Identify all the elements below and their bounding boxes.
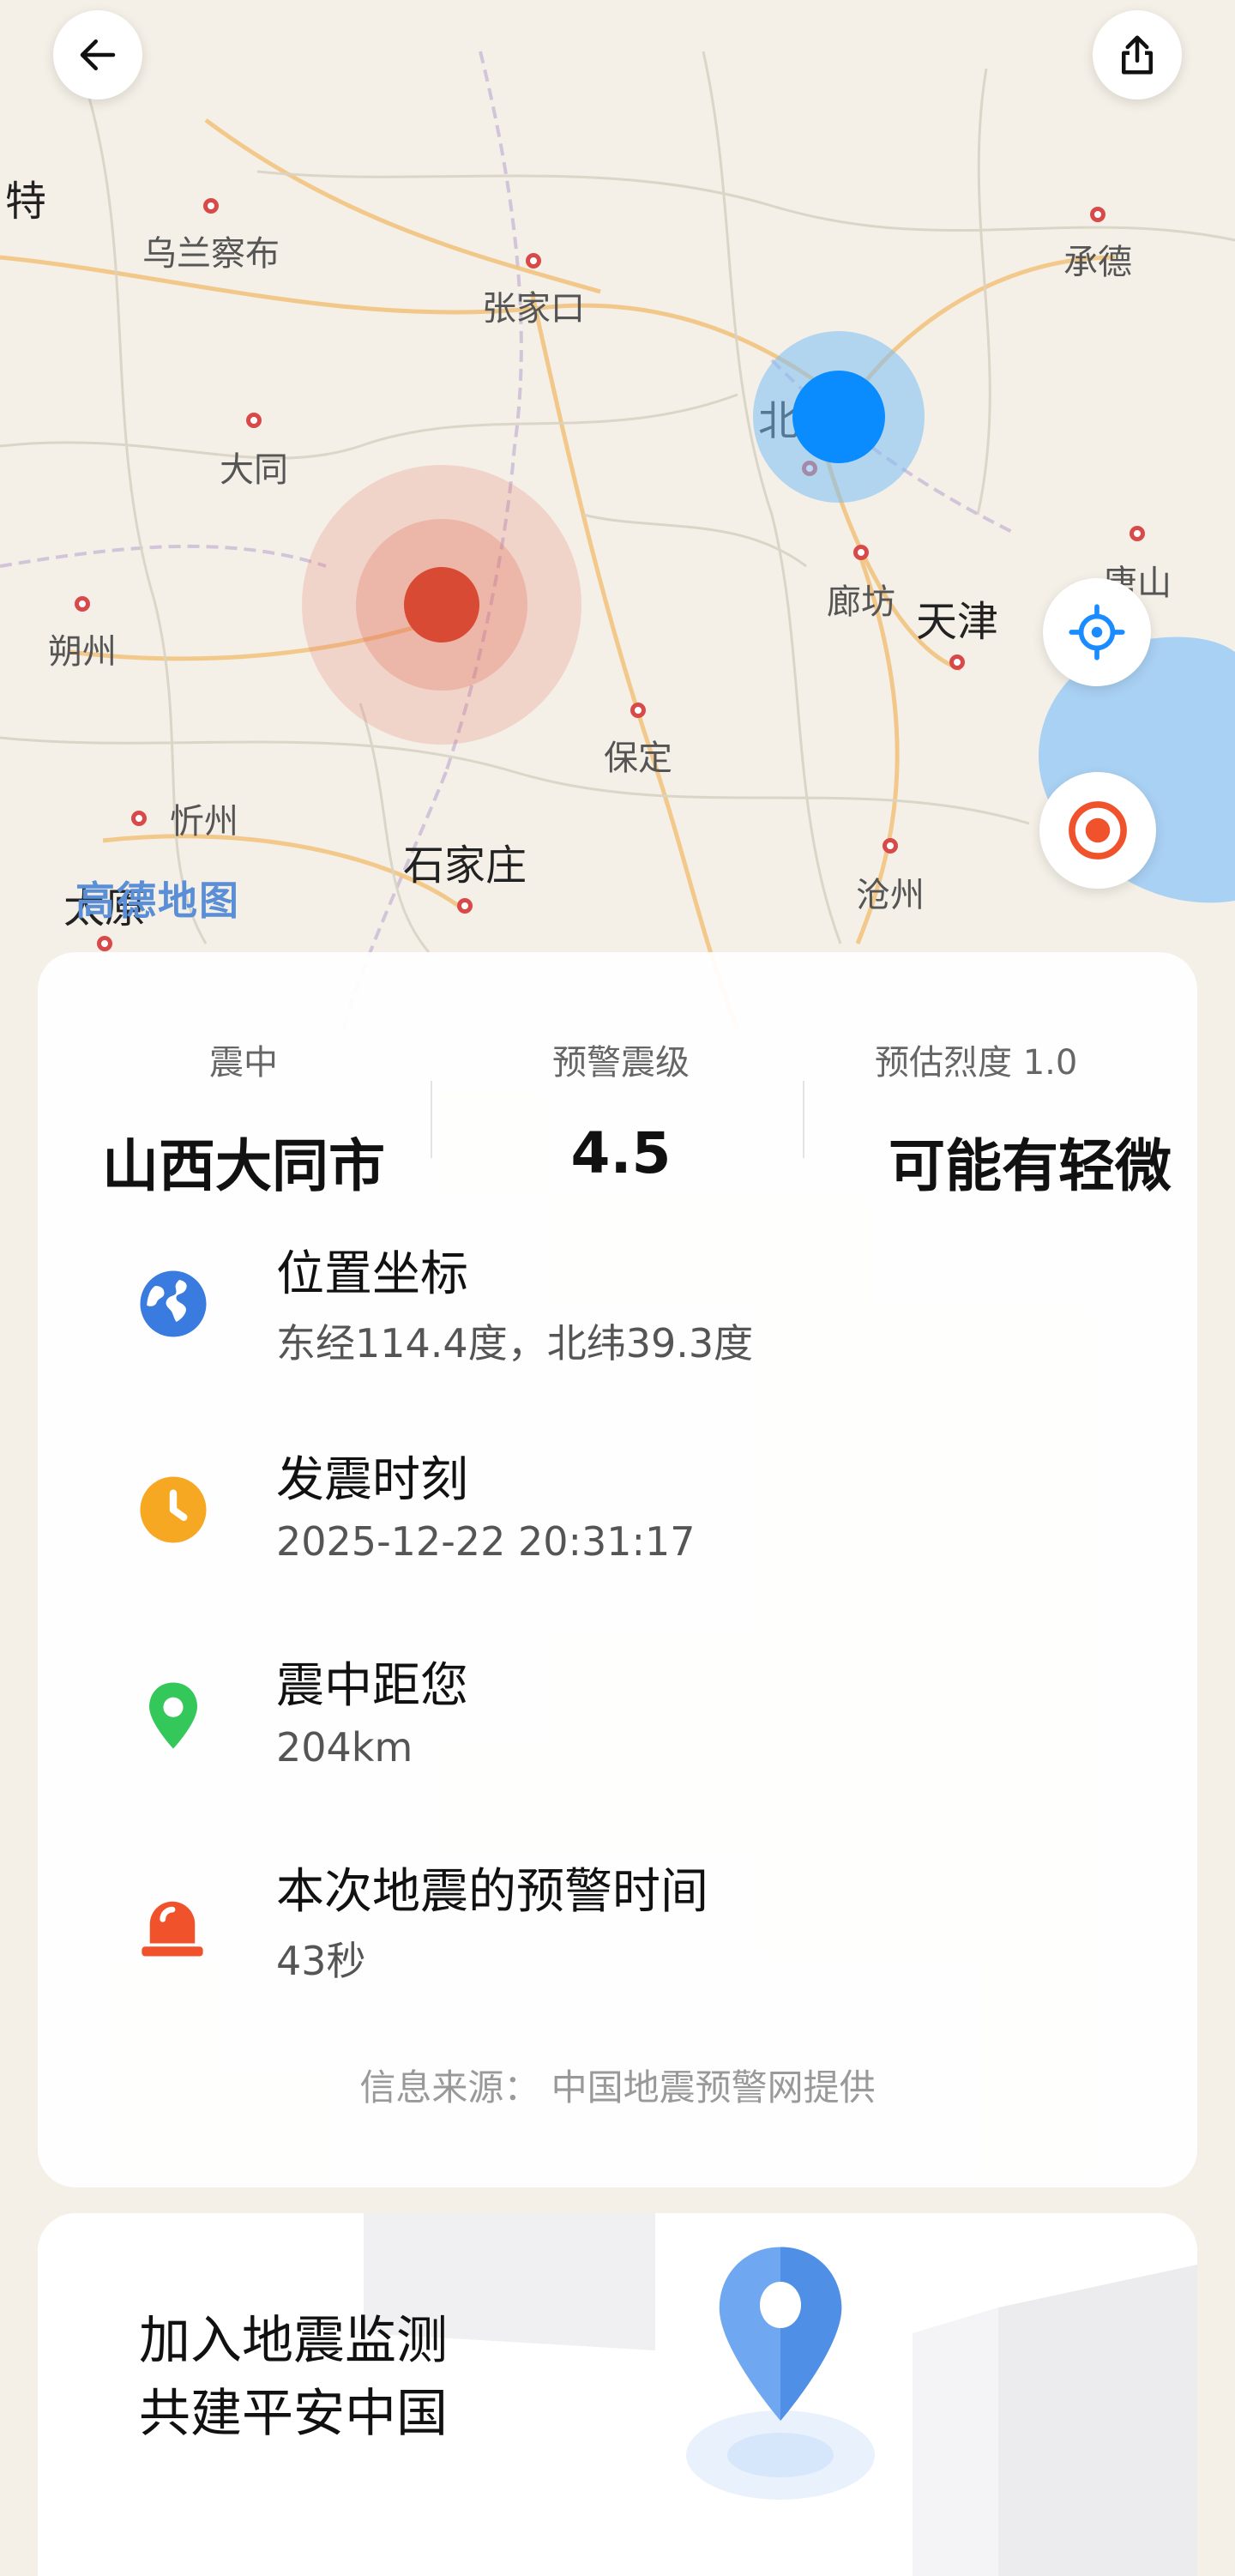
target-icon xyxy=(1069,801,1127,860)
coordinates-title: 位置坐标 xyxy=(276,1246,468,1302)
distance-title: 震中距您 xyxy=(276,1658,468,1714)
city-label: 大同 xyxy=(220,450,288,490)
map-provider-logo: 高德地图 xyxy=(75,878,240,924)
distance-row: 震中距您 204km xyxy=(38,1647,1197,1793)
city-dot xyxy=(131,811,147,826)
warning-time-row: 本次地震的预警时间 43秒 xyxy=(38,1853,1197,1999)
city-label: 沧州 xyxy=(856,876,925,915)
crosshair-icon xyxy=(1069,604,1125,661)
city-label: 承德 xyxy=(1063,243,1132,282)
share-button[interactable] xyxy=(1093,10,1182,100)
data-source-text: 信息来源： 中国地震预警网提供 xyxy=(359,2066,876,2108)
city-dot xyxy=(457,898,473,914)
epicenter-stat: 震中 山西大同市 xyxy=(38,1035,449,1203)
warning-time-title: 本次地震的预警时间 xyxy=(276,1864,708,1920)
city-dot xyxy=(203,198,219,214)
user-location-marker xyxy=(753,331,925,503)
intensity-stat: 预估烈度 1.0 可能有轻微 xyxy=(840,1035,1218,1203)
city-label: 乌兰察布 xyxy=(142,234,280,274)
epicenter-marker[interactable] xyxy=(300,463,583,746)
city-dot xyxy=(246,413,262,428)
city-dot xyxy=(853,545,869,560)
join-line-1: 加入地震监测 xyxy=(139,2311,448,2371)
city-label: 石家庄 xyxy=(402,842,527,890)
city-dot xyxy=(526,253,541,268)
time-row: 发震时刻 2025-12-22 20:31:17 xyxy=(38,1441,1197,1587)
warning-time-value: 43秒 xyxy=(276,1938,366,1984)
city-label: 张家口 xyxy=(482,289,585,329)
epicenter-label: 震中 xyxy=(209,1043,278,1083)
city-dot xyxy=(883,838,898,854)
coordinates-row: 位置坐标 东经114.4度，北纬39.3度 xyxy=(38,1235,1197,1381)
join-line-2: 共建平安中国 xyxy=(139,2384,448,2444)
city-label: 保定 xyxy=(604,739,672,778)
city-dot xyxy=(1090,207,1105,222)
location-pin-icon xyxy=(149,1682,197,1749)
locate-me-button[interactable] xyxy=(1043,578,1151,686)
share-icon xyxy=(1122,35,1153,75)
epicenter-focus-button[interactable] xyxy=(1039,772,1156,889)
globe-icon xyxy=(140,1270,207,1337)
map-pin-icon xyxy=(719,2247,842,2421)
time-value: 2025-12-22 20:31:17 xyxy=(276,1518,696,1565)
join-monitoring-banner[interactable]: 加入地震监测 共建平安中国 xyxy=(38,2213,1197,2576)
magnitude-label: 预警震级 xyxy=(552,1043,690,1083)
alarm-light-icon xyxy=(142,1901,203,1957)
stat-divider xyxy=(803,1081,804,1158)
stat-divider xyxy=(431,1081,432,1158)
city-label: 天津 xyxy=(915,598,999,646)
city-label: 忻州 xyxy=(170,802,238,842)
epicenter-value: 山西大同市 xyxy=(102,1133,385,1199)
city-label: 特 xyxy=(4,178,47,226)
intensity-value: 可能有轻微 xyxy=(889,1133,1172,1199)
city-label: 廊坊 xyxy=(827,582,895,622)
city-dot xyxy=(97,936,112,951)
magnitude-value: 4.5 xyxy=(570,1120,672,1186)
city-dot xyxy=(75,596,90,612)
clock-icon xyxy=(140,1476,207,1543)
distance-value: 204km xyxy=(276,1724,413,1771)
coordinates-value: 东经114.4度，北纬39.3度 xyxy=(276,1320,754,1366)
magnitude-stat: 预警震级 4.5 xyxy=(449,1035,792,1186)
city-dot xyxy=(949,655,965,670)
city-dot xyxy=(1130,526,1145,541)
back-arrow-icon xyxy=(80,39,116,70)
intensity-label: 预估烈度 1.0 xyxy=(875,1043,1078,1083)
back-button[interactable] xyxy=(53,10,142,100)
time-title: 发震时刻 xyxy=(276,1452,468,1508)
city-dot xyxy=(630,703,646,718)
earthquake-info-card: 震中 山西大同市 预警震级 4.5 预估烈度 1.0 可能有轻微 位置坐标 东经… xyxy=(38,952,1197,2187)
city-label: 朔州 xyxy=(48,632,117,672)
